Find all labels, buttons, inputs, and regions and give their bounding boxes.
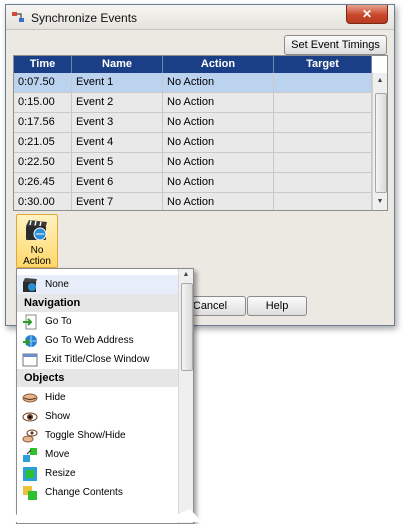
table-row[interactable]: 0:21.05 Event 4 No Action (14, 133, 372, 153)
cell-time: 0:26.45 (14, 173, 72, 192)
cell-time: 0:15.00 (14, 93, 72, 112)
column-header-name[interactable]: Name (72, 56, 163, 73)
cell-target (274, 133, 372, 152)
column-header-time[interactable]: Time (14, 56, 72, 73)
close-button[interactable]: ✕ (346, 5, 388, 24)
menu-item-move[interactable]: Move (17, 445, 178, 464)
help-button[interactable]: Help (247, 296, 307, 316)
cell-name: Event 6 (72, 173, 163, 192)
menu-item-none[interactable]: None (17, 275, 178, 294)
cell-time: 0:07.50 (14, 73, 72, 92)
cell-name: Event 3 (72, 113, 163, 132)
scroll-up-arrow-icon[interactable]: ▲ (373, 75, 387, 87)
menu-item-show[interactable]: Show (17, 407, 178, 426)
cell-time: 0:22.50 (14, 153, 72, 172)
closed-eye-icon (22, 390, 38, 406)
cell-target (274, 153, 372, 172)
menu-item-hide[interactable]: Hide (17, 388, 178, 407)
grid-scrollbar[interactable]: ▲ ▼ (372, 73, 387, 210)
menu-item-toggle-show-hide[interactable]: Toggle Show/Hide (17, 426, 178, 445)
globe-icon (22, 333, 38, 349)
window-close-icon (22, 352, 38, 368)
action-dropdown-menu: None Navigation Go To Go To Web Address … (16, 268, 194, 524)
eye-icon (22, 409, 38, 425)
toggle-eye-icon (22, 428, 38, 444)
set-event-timings-button[interactable]: Set Event Timings (284, 35, 387, 55)
grid-header: Time Name Action Target (14, 56, 372, 73)
cell-action: No Action (163, 73, 274, 92)
move-icon (22, 447, 38, 463)
action-picker-button[interactable]: No Action (16, 214, 58, 268)
cell-time: 0:17.56 (14, 113, 72, 132)
table-row[interactable]: 0:22.50 Event 5 No Action (14, 153, 372, 173)
scrollbar-thumb[interactable] (181, 283, 193, 371)
cell-time: 0:30.00 (14, 193, 72, 210)
clapperboard-icon (22, 277, 38, 293)
clapperboard-icon (26, 220, 47, 241)
menu-item-label: Go To Web Address (45, 335, 134, 346)
torn-edge-decoration (0, 506, 202, 522)
cell-action: No Action (163, 153, 274, 172)
scrollbar-thumb[interactable] (375, 93, 387, 193)
table-row[interactable]: 0:26.45 Event 6 No Action (14, 173, 372, 193)
cell-time: 0:21.05 (14, 133, 72, 152)
cell-action: No Action (163, 113, 274, 132)
action-label-line1: No (30, 245, 44, 256)
cell-name: Event 2 (72, 93, 163, 112)
resize-icon (22, 466, 38, 482)
menu-item-label: Resize (45, 468, 76, 479)
menu-item-label: Hide (45, 392, 66, 403)
cell-action: No Action (163, 133, 274, 152)
table-row[interactable]: 0:15.00 Event 2 No Action (14, 93, 372, 113)
close-icon: ✕ (361, 7, 373, 21)
action-label-line2: Action (23, 256, 51, 267)
menu-scrollbar[interactable]: ▲ (178, 269, 193, 523)
menu-header-objects: Objects (17, 369, 178, 387)
menu-item-label: Move (45, 449, 70, 460)
menu-item-label: None (45, 279, 69, 290)
cell-target (274, 193, 372, 210)
menu-item-go-to[interactable]: Go To (17, 312, 178, 331)
cell-name: Event 4 (72, 133, 163, 152)
menu-item-label: Show (45, 411, 71, 422)
menu-item-label: Go To (45, 316, 72, 327)
cell-name: Event 7 (72, 193, 163, 210)
cell-action: No Action (163, 173, 274, 192)
cell-target (274, 73, 372, 92)
table-row[interactable]: 0:17.56 Event 3 No Action (14, 113, 372, 133)
cell-action: No Action (163, 93, 274, 112)
menu-header-navigation: Navigation (17, 294, 178, 312)
cell-target (274, 113, 372, 132)
events-grid: Time Name Action Target 0:07.50 Event 1 … (13, 55, 388, 211)
menu-item-exit-title[interactable]: Exit Title/Close Window (17, 350, 178, 369)
scroll-up-arrow-icon[interactable]: ▲ (179, 271, 193, 278)
cell-action: No Action (163, 193, 274, 210)
menu-item-resize[interactable]: Resize (17, 464, 178, 483)
title-bar[interactable]: Synchronize Events ✕ (6, 5, 394, 30)
column-header-target[interactable]: Target (274, 56, 372, 73)
cell-target (274, 173, 372, 192)
column-header-action[interactable]: Action (163, 56, 274, 73)
app-icon (12, 12, 24, 22)
table-row[interactable]: 0:30.00 Event 7 No Action (14, 193, 372, 210)
window-title: Synchronize Events (31, 11, 138, 25)
grid-body: 0:07.50 Event 1 No Action 0:15.00 Event … (14, 73, 372, 210)
go-to-arrow-icon (22, 314, 38, 330)
menu-item-label: Exit Title/Close Window (45, 354, 150, 365)
table-row[interactable]: 0:07.50 Event 1 No Action (14, 73, 372, 93)
scroll-down-arrow-icon[interactable]: ▼ (373, 196, 387, 208)
cell-target (274, 93, 372, 112)
cell-name: Event 5 (72, 153, 163, 172)
menu-item-label: Toggle Show/Hide (45, 430, 126, 441)
cell-name: Event 1 (72, 73, 163, 92)
menu-item-go-to-web[interactable]: Go To Web Address (17, 331, 178, 350)
